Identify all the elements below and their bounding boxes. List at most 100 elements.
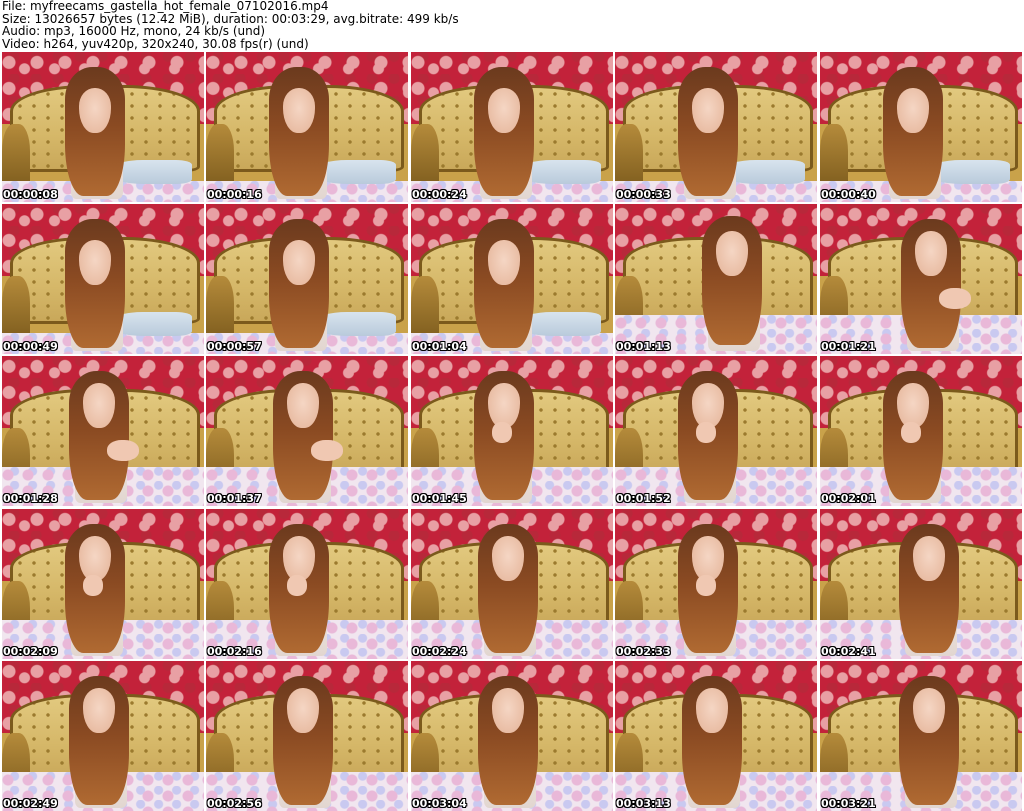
thumbnail-scene bbox=[2, 356, 204, 506]
thumbnail-scene bbox=[820, 356, 1022, 506]
thumbnail-scene bbox=[820, 509, 1022, 659]
person-face bbox=[487, 88, 521, 133]
thumbnail-timestamp: 00:01:13 bbox=[616, 340, 671, 353]
video-thumbnail: 00:01:13 bbox=[615, 204, 817, 354]
thumbnail-timestamp: 00:02:33 bbox=[616, 645, 671, 658]
video-thumbnail: 00:02:09 bbox=[2, 509, 204, 659]
thumbnail-scene bbox=[206, 356, 408, 506]
video-thumbnail: 00:00:33 bbox=[615, 52, 817, 202]
person-face bbox=[691, 88, 725, 133]
video-thumbnail: 00:01:52 bbox=[615, 356, 817, 506]
thumbnail-scene bbox=[615, 204, 817, 354]
video-thumbnail: 00:02:41 bbox=[820, 509, 1022, 659]
audio-info-line: Audio: mp3, 16000 Hz, mono, 24 kb/s (und… bbox=[2, 24, 266, 38]
thumbnail-timestamp: 00:01:04 bbox=[412, 340, 467, 353]
hand bbox=[939, 288, 972, 309]
video-thumbnail: 00:00:16 bbox=[206, 52, 408, 202]
video-thumbnail: 00:02:49 bbox=[2, 661, 204, 811]
video-thumbnail: 00:00:24 bbox=[411, 52, 613, 202]
thumbnail-timestamp: 00:02:16 bbox=[207, 645, 262, 658]
thumbnail-timestamp: 00:03:13 bbox=[616, 797, 671, 810]
person-face bbox=[912, 536, 946, 581]
video-thumbnail: 00:01:28 bbox=[2, 356, 204, 506]
thumbnail-scene bbox=[411, 356, 613, 506]
person-face bbox=[82, 383, 116, 428]
thumbnail-timestamp: 00:02:49 bbox=[3, 797, 58, 810]
video-thumbnail: 00:02:16 bbox=[206, 509, 408, 659]
video-thumbnail: 00:01:37 bbox=[206, 356, 408, 506]
thumbnail-scene bbox=[206, 661, 408, 811]
thumbnail-scene bbox=[206, 52, 408, 202]
file-name-line: File: myfreecams_gastella_hot_female_071… bbox=[2, 0, 329, 13]
person-face bbox=[78, 88, 112, 133]
thumbnail-timestamp: 00:03:04 bbox=[412, 797, 467, 810]
thumbnail-scene bbox=[615, 661, 817, 811]
thumbnail-scene bbox=[615, 52, 817, 202]
video-thumbnail: 00:01:21 bbox=[820, 204, 1022, 354]
video-thumbnail: 00:01:04 bbox=[411, 204, 613, 354]
person-face bbox=[695, 688, 729, 733]
thumbnail-timestamp: 00:01:28 bbox=[3, 492, 58, 505]
thumbnail-scene bbox=[820, 661, 1022, 811]
thumbnail-timestamp: 00:01:37 bbox=[207, 492, 262, 505]
thumbnail-timestamp: 00:03:21 bbox=[821, 797, 876, 810]
video-thumbnail: 00:02:56 bbox=[206, 661, 408, 811]
thumbnail-scene bbox=[615, 509, 817, 659]
thumbnail-timestamp: 00:02:09 bbox=[3, 645, 58, 658]
thumbnail-scene bbox=[2, 204, 204, 354]
thumbnail-scene bbox=[411, 509, 613, 659]
thumbnail-timestamp: 00:02:24 bbox=[412, 645, 467, 658]
thumbnail-scene bbox=[411, 52, 613, 202]
thumbnail-scene bbox=[820, 204, 1022, 354]
hand bbox=[107, 440, 140, 461]
hand bbox=[82, 575, 103, 596]
video-thumbnail: 00:00:49 bbox=[2, 204, 204, 354]
thumbnail-scene bbox=[820, 52, 1022, 202]
hand bbox=[311, 440, 344, 461]
video-thumbnail: 00:01:45 bbox=[411, 356, 613, 506]
thumbnail-scene bbox=[615, 356, 817, 506]
thumbnail-scene bbox=[411, 204, 613, 354]
person-face bbox=[282, 240, 316, 285]
video-thumbnail: 00:02:01 bbox=[820, 356, 1022, 506]
video-thumbnail: 00:02:33 bbox=[615, 509, 817, 659]
person-face bbox=[282, 88, 316, 133]
hand bbox=[491, 422, 512, 443]
video-thumbnail: 00:03:13 bbox=[615, 661, 817, 811]
person-face bbox=[491, 536, 525, 581]
thumbnail-timestamp: 00:00:33 bbox=[616, 188, 671, 201]
thumbnail-scene bbox=[2, 661, 204, 811]
thumbnail-timestamp: 00:02:01 bbox=[821, 492, 876, 505]
thumbnail-grid: 00:00:08 00:00:16 00:00:24 00:00:33 00:00:40… bbox=[2, 52, 1024, 811]
thumbnail-scene bbox=[206, 509, 408, 659]
hand bbox=[286, 575, 307, 596]
person-face bbox=[78, 240, 112, 285]
video-thumbnail: 00:03:04 bbox=[411, 661, 613, 811]
thumbnail-timestamp: 00:01:52 bbox=[616, 492, 671, 505]
person-face bbox=[896, 88, 930, 133]
thumbnail-timestamp: 00:00:24 bbox=[412, 188, 467, 201]
thumbnail-timestamp: 00:00:40 bbox=[821, 188, 876, 201]
video-thumbnail: 00:02:24 bbox=[411, 509, 613, 659]
person-face bbox=[286, 688, 320, 733]
person-face bbox=[914, 231, 948, 276]
person-face bbox=[912, 688, 946, 733]
video-thumbnail: 00:00:57 bbox=[206, 204, 408, 354]
thumbnail-scene bbox=[2, 509, 204, 659]
hand bbox=[695, 422, 716, 443]
video-info-line: Video: h264, yuv420p, 320x240, 30.08 fps… bbox=[2, 36, 309, 51]
thumbnail-scene bbox=[2, 52, 204, 202]
video-thumbnail: 00:03:21 bbox=[820, 661, 1022, 811]
hand bbox=[695, 575, 716, 596]
thumbnail-scene bbox=[411, 661, 613, 811]
thumbnail-scene bbox=[206, 204, 408, 354]
thumbnail-timestamp: 00:01:45 bbox=[412, 492, 467, 505]
video-thumbnail: 00:00:08 bbox=[2, 52, 204, 202]
thumbnail-timestamp: 00:02:41 bbox=[821, 645, 876, 658]
thumbnail-timestamp: 00:00:57 bbox=[207, 340, 262, 353]
thumbnail-timestamp: 00:00:16 bbox=[207, 188, 262, 201]
file-info-header: File: myfreecams_gastella_hot_female_071… bbox=[2, 0, 1022, 50]
thumbnail-timestamp: 00:00:49 bbox=[3, 340, 58, 353]
thumbnail-timestamp: 00:02:56 bbox=[207, 797, 262, 810]
hand bbox=[900, 422, 921, 443]
